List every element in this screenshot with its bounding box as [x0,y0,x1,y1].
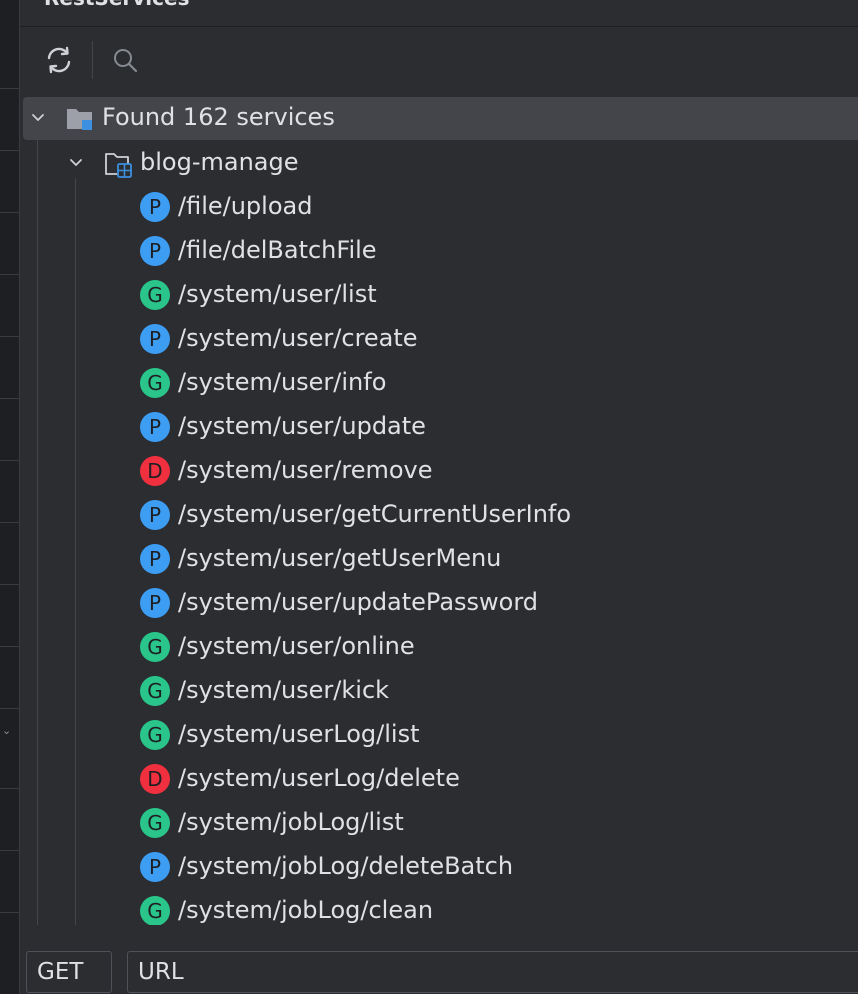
service-path: /system/user/remove [178,456,433,484]
toolbar [20,27,858,95]
service-row[interactable]: G/system/user/info [20,361,858,405]
service-row[interactable]: P/system/user/getCurrentUserInfo [20,493,858,537]
service-row[interactable]: D/system/userLog/delete [20,757,858,801]
method-post-icon: P [140,500,170,530]
service-row[interactable]: P/system/jobLog/deleteBatch [20,845,858,889]
panel-title: RestServices [44,0,189,10]
tree-module-row[interactable]: blog-manage [20,141,858,185]
gutter-divider [0,398,19,399]
service-row[interactable]: P/system/user/updatePassword [20,581,858,625]
service-path: /system/user/updatePassword [178,588,539,616]
method-get-icon: G [140,632,170,662]
method-post-icon: P [140,544,170,574]
service-row[interactable]: G/system/jobLog/list [20,801,858,845]
method-get-icon: G [140,280,170,310]
module-folder-icon [104,150,134,182]
gutter-divider [0,788,19,789]
method-delete-icon: D [140,456,170,486]
method-post-icon: P [140,236,170,266]
search-button[interactable] [108,43,142,77]
services-tree: Found 162 services blog-manage P/file/up… [20,97,858,925]
method-post-icon: P [140,324,170,354]
service-row[interactable]: G/system/userLog/list [20,713,858,757]
service-path: /system/user/getUserMenu [178,544,502,572]
method-get-icon: G [140,676,170,706]
service-path: /system/user/update [178,412,426,440]
gutter-divider [0,912,19,913]
gutter-divider [0,522,19,523]
tree-root-label: Found 162 services [102,103,335,131]
gutter-divider [0,336,19,337]
service-path: /system/jobLog/list [178,808,404,836]
service-row[interactable]: G/system/user/online [20,625,858,669]
service-path: /file/upload [178,192,313,220]
service-path: /system/user/kick [178,676,390,704]
method-get-icon: G [140,896,170,925]
service-row[interactable]: G/system/user/list [20,273,858,317]
method-delete-icon: D [140,764,170,794]
service-row[interactable]: P/file/upload [20,185,858,229]
chevron-down-icon[interactable] [28,108,48,128]
folder-icon [66,106,94,136]
gutter-divider [0,212,19,213]
gutter-divider [0,708,19,709]
gutter-divider [0,584,19,585]
tree-module-label: blog-manage [140,148,299,176]
service-row[interactable]: P/file/delBatchFile [20,229,858,273]
service-path: /system/user/list [178,280,377,308]
gutter-divider [0,460,19,461]
refresh-icon [47,46,71,74]
refresh-button[interactable] [42,43,76,77]
url-field[interactable]: URL [127,951,858,993]
request-bar: GET URL [20,945,858,994]
service-path: /system/user/online [178,632,415,660]
service-path: /system/userLog/delete [178,764,460,792]
gutter-divider [0,150,19,151]
left-gutter: ⌄ [0,0,20,994]
gutter-divider [0,274,19,275]
service-row[interactable]: G/system/jobLog/clean [20,889,858,925]
method-get-icon: G [140,808,170,838]
chevron-down-icon[interactable]: ⌄ [2,724,11,737]
service-row[interactable]: P/system/user/getUserMenu [20,537,858,581]
method-get-icon: G [140,368,170,398]
service-row[interactable]: D/system/user/remove [20,449,858,493]
service-row[interactable]: P/system/user/update [20,405,858,449]
service-path: /system/user/info [178,368,387,396]
gutter-divider [0,88,19,89]
service-path: /system/user/create [178,324,418,352]
service-path: /file/delBatchFile [178,236,377,264]
toolbar-divider [92,41,93,79]
tree-root-row[interactable]: Found 162 services [23,97,858,140]
service-row[interactable]: G/system/user/kick [20,669,858,713]
method-post-icon: P [140,852,170,882]
chevron-down-icon[interactable] [66,153,86,173]
http-method-field[interactable]: GET [26,951,112,993]
gutter-divider [0,646,19,647]
service-path: /system/user/getCurrentUserInfo [178,500,572,528]
service-path: /system/jobLog/clean [178,896,434,924]
service-path: /system/userLog/list [178,720,420,748]
search-icon [114,49,138,73]
method-get-icon: G [140,720,170,750]
service-path: /system/jobLog/deleteBatch [178,852,514,880]
gutter-divider [0,850,19,851]
method-post-icon: P [140,412,170,442]
method-post-icon: P [140,588,170,618]
method-post-icon: P [140,192,170,222]
service-row[interactable]: P/system/user/create [20,317,858,361]
